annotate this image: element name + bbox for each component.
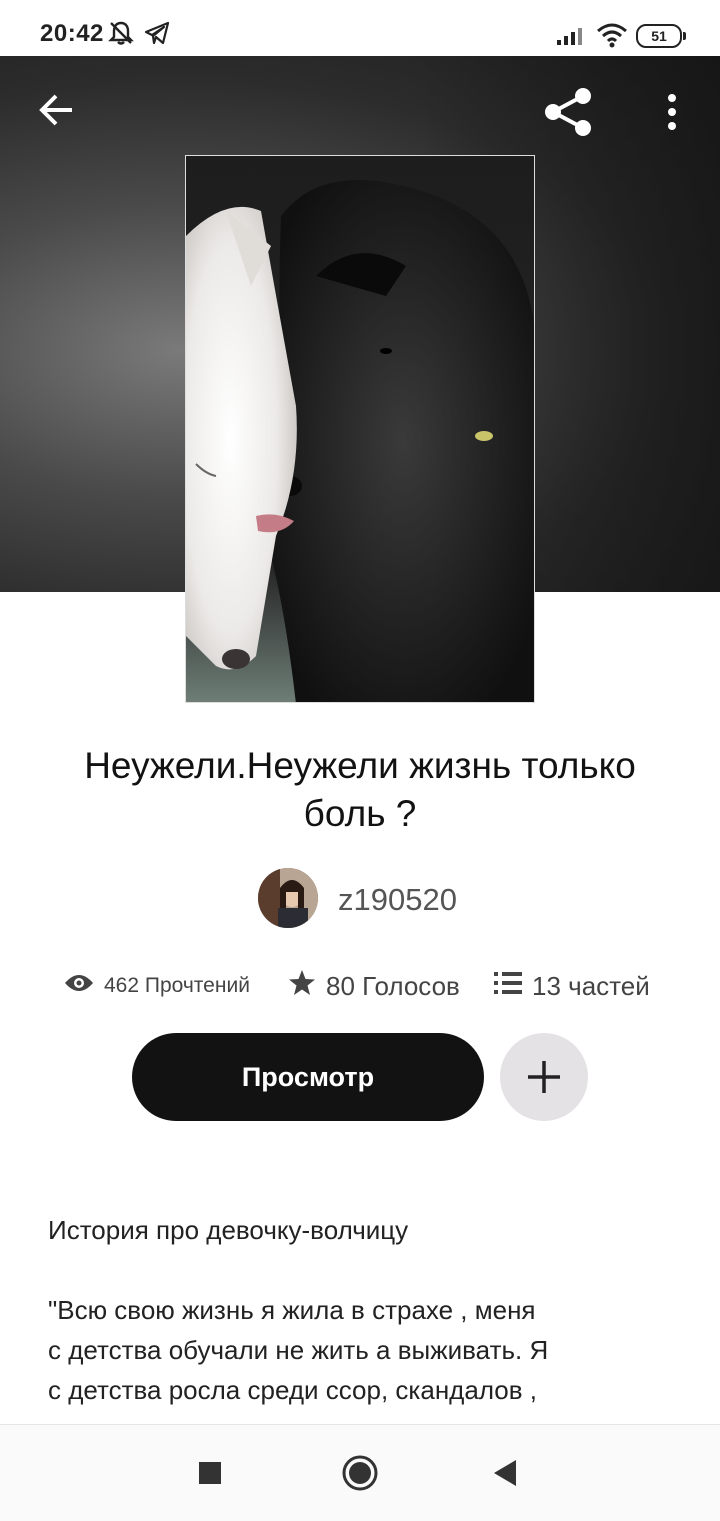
avatar[interactable] [258, 868, 318, 928]
status-bar: 20:42 51 [0, 0, 720, 56]
more-vertical-icon[interactable] [660, 92, 684, 137]
system-navigation-bar [0, 1424, 720, 1521]
description-line: "Всю свою жизнь я жила в страхе , меня [48, 1295, 536, 1325]
eye-icon [64, 973, 104, 999]
notifications-off-icon [108, 20, 134, 51]
votes-stat: 80 Голосов [288, 964, 460, 1008]
story-stats: 462 Прочтений 80 Голосов 13 частей [0, 964, 720, 1008]
star-icon [288, 969, 326, 1004]
wifi-icon [596, 22, 628, 53]
description-line: с детства обучали не жить а выживать. Я [48, 1335, 549, 1365]
story-cover-image[interactable] [185, 155, 535, 703]
description-line: История про девочку-волчицу [48, 1215, 409, 1245]
parts-stat: 13 частей [494, 964, 650, 1008]
status-time: 20:42 [40, 20, 104, 47]
battery-icon: 51 [636, 24, 686, 48]
story-title: Неужели.Неужели жизнь только боль ? [84, 745, 636, 834]
telegram-icon [144, 20, 170, 51]
home-icon[interactable] [312, 1425, 408, 1521]
votes-count: 80 Голосов [326, 970, 460, 1001]
signal-icon [556, 24, 588, 51]
author-username[interactable]: z190520 [338, 882, 457, 918]
list-icon [494, 971, 532, 1002]
reads-stat: 462 Прочтений [64, 964, 250, 1008]
back-arrow-icon[interactable] [36, 90, 76, 135]
share-icon[interactable] [542, 86, 594, 143]
description-line: с детства росла среди ссор, скандалов , [48, 1375, 537, 1405]
story-description: История про девочку-волчицу "Всю свою жи… [48, 1210, 648, 1410]
add-to-library-button[interactable] [500, 1033, 588, 1121]
reads-count: 462 Прочтений [104, 974, 250, 997]
back-icon[interactable] [458, 1425, 554, 1521]
recents-icon[interactable] [162, 1425, 258, 1521]
parts-count: 13 частей [532, 970, 650, 1001]
read-button[interactable]: Просмотр [132, 1033, 484, 1121]
